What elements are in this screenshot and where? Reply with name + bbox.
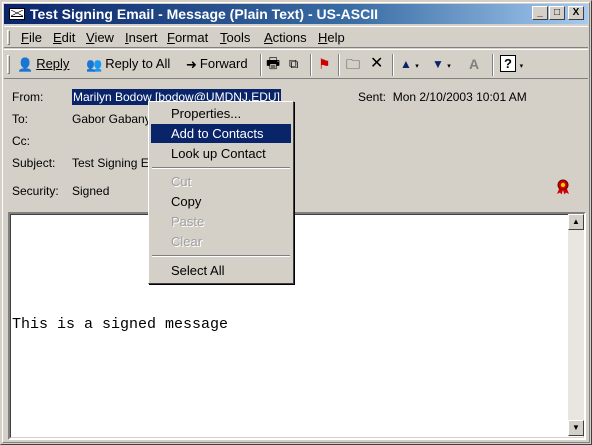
scroll-down-icon[interactable]: ▼	[568, 420, 584, 436]
toolbar-separator	[392, 54, 394, 76]
menu-item-properties[interactable]: Properties...	[151, 104, 291, 123]
menu-view[interactable]: View	[86, 30, 114, 46]
menu-bar: File Edit View Insert Format Tools Actio…	[4, 26, 588, 48]
sent-label: Sent:	[358, 90, 387, 104]
toolbar-separator	[492, 54, 494, 76]
close-button[interactable]: X	[568, 6, 584, 20]
next-item-icon[interactable]: ▼ ▾	[432, 54, 451, 76]
standard-toolbar: 👤 Reply 👥 Reply to All ➜ Forward 🖶 ⧉ ⚑ 🗀 ✕ …	[4, 49, 588, 79]
from-label: From:	[12, 90, 44, 104]
forward-icon: ➜	[186, 56, 197, 72]
menu-help[interactable]: Help	[318, 30, 345, 46]
title-bar[interactable]: Test Signing Email - Message (Plain Text…	[4, 4, 588, 24]
context-menu: Properties... Add to Contacts Look up Co…	[148, 101, 294, 284]
menu-item-look-up-contact[interactable]: Look up Contact	[151, 144, 291, 163]
previous-item-icon[interactable]: ▲ ▾	[400, 54, 419, 76]
reply-all-icon: 👥	[86, 56, 103, 72]
reply-all-button[interactable]: 👥 Reply to All	[86, 54, 170, 76]
menu-insert[interactable]: Insert	[125, 30, 158, 46]
menu-item-cut: Cut	[171, 174, 192, 189]
menu-item-clear: Clear	[171, 234, 203, 249]
maximize-button[interactable]: □	[549, 6, 565, 20]
menu-item-select-all[interactable]: Select All	[151, 261, 291, 280]
sent-info: Sent: Mon 2/10/2003 10:01 AM	[358, 89, 527, 105]
toolbar-separator	[310, 54, 312, 76]
menu-file[interactable]: File	[21, 30, 42, 46]
help-icon[interactable]: ? ▾	[500, 54, 523, 76]
sent-value: Mon 2/10/2003 10:01 AM	[392, 90, 527, 104]
window-title: Test Signing Email - Message (Plain Text…	[30, 6, 378, 22]
vertical-scrollbar[interactable]: ▲ ▼	[568, 214, 584, 436]
cc-label: Cc:	[12, 134, 30, 148]
menubar-grip[interactable]	[7, 30, 10, 45]
toolbar-separator	[260, 54, 262, 76]
message-header: From: Marilyn Bodow [bodow@UMDNJ.EDU] Se…	[4, 81, 588, 211]
menu-item-add-to-contacts[interactable]: Add to Contacts	[151, 124, 291, 143]
toolbar-separator	[338, 54, 340, 76]
security-label: Security:	[12, 184, 59, 198]
menu-format[interactable]: Format	[167, 30, 208, 46]
security-value: Signed	[72, 184, 110, 198]
message-text: This is a signed message	[12, 316, 229, 333]
menu-separator	[152, 167, 290, 169]
print-icon[interactable]: 🖶	[266, 54, 280, 76]
minimize-button[interactable]: _	[532, 6, 548, 20]
digital-signature-icon[interactable]	[556, 179, 570, 195]
scroll-up-icon[interactable]: ▲	[568, 214, 584, 230]
menu-item-paste: Paste	[171, 214, 205, 229]
move-to-folder-icon[interactable]: 🗀	[346, 54, 360, 76]
menu-separator	[152, 255, 290, 257]
envelope-icon	[9, 8, 25, 20]
delete-icon[interactable]: ✕	[370, 54, 383, 76]
menu-item-copy[interactable]: Copy	[151, 192, 291, 211]
copy-icon[interactable]: ⧉	[289, 54, 298, 76]
subject-label: Subject:	[12, 156, 56, 170]
menu-actions[interactable]: Actions	[264, 30, 307, 46]
reply-button[interactable]: 👤 Reply	[17, 54, 69, 76]
message-body[interactable]: This is a signed message ▲ ▼	[8, 212, 586, 440]
to-label: To:	[12, 112, 29, 126]
reply-icon: 👤	[17, 56, 34, 72]
font-size-icon[interactable]: A	[469, 54, 479, 76]
menu-tools[interactable]: Tools	[220, 30, 250, 46]
forward-button[interactable]: ➜ Forward	[186, 54, 248, 76]
menu-edit[interactable]: Edit	[53, 30, 75, 46]
toolbar-grip[interactable]	[7, 55, 10, 74]
flag-icon[interactable]: ⚑	[318, 54, 331, 76]
to-field[interactable]: Gabor Gabanyi	[72, 111, 153, 127]
outlook-message-window: Test Signing Email - Message (Plain Text…	[0, 0, 592, 445]
